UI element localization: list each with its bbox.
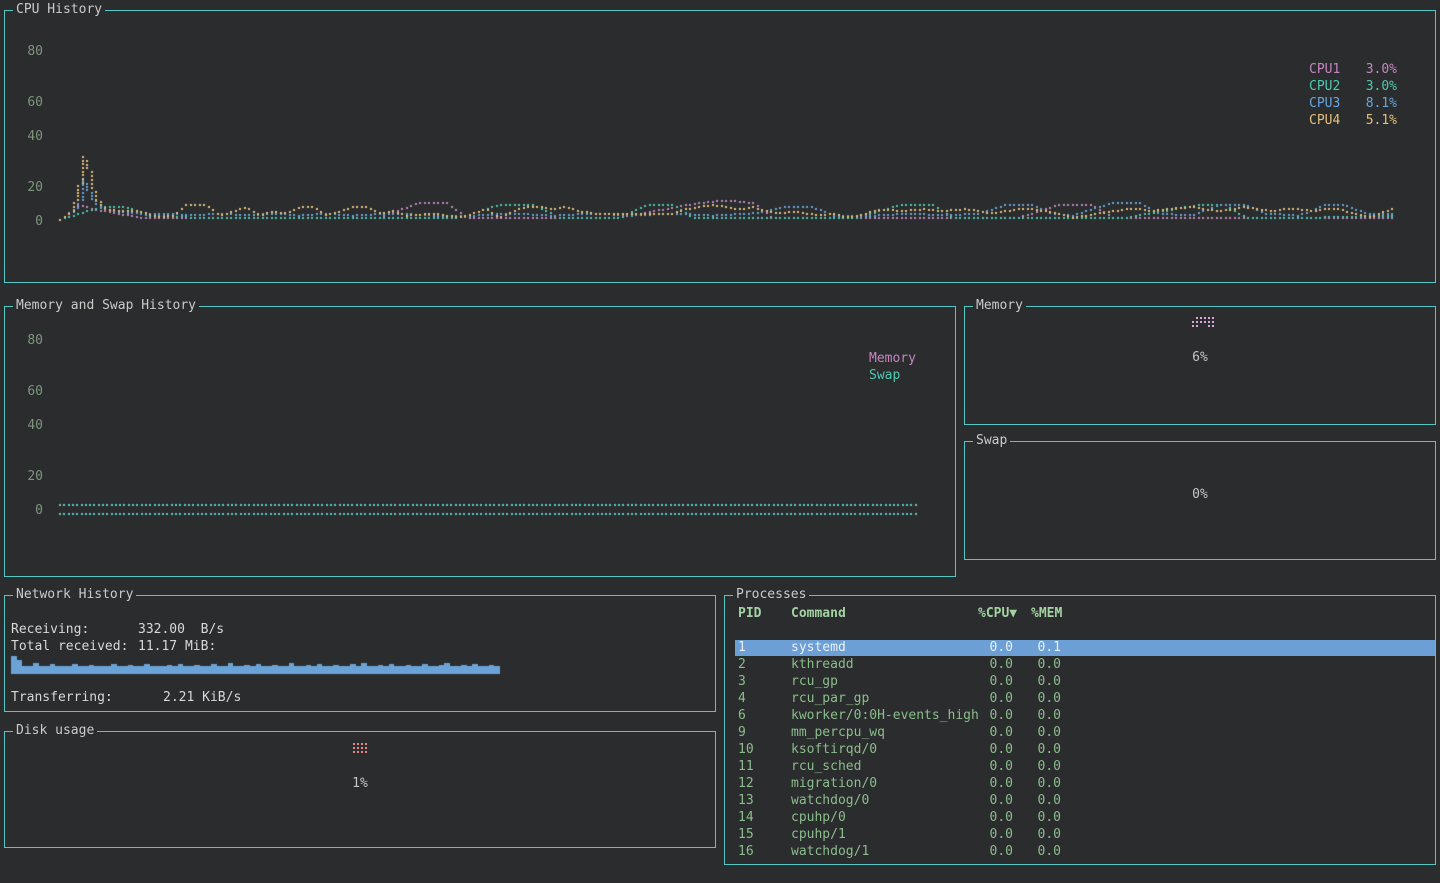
swap-gauge-title: Swap [973, 433, 1010, 448]
process-command: migration/0 [791, 776, 877, 792]
y-axis-tick: 40 [21, 418, 43, 434]
cpu-legend-value: 3.0% [1366, 61, 1397, 78]
y-axis-tick: 20 [21, 180, 43, 196]
table-row[interactable]: 1systemd0.00.1 [735, 640, 1435, 656]
process-command: rcu_par_gp [791, 691, 869, 707]
process-pid: 1 [738, 640, 746, 656]
app-root: { "panels": { "cpu_history": { "title": … [0, 0, 1440, 883]
process-mem: 0.0 [985, 776, 1061, 792]
disk-usage-title: Disk usage [13, 723, 97, 738]
y-axis-tick: 60 [21, 384, 43, 400]
process-mem: 0.0 [985, 657, 1061, 673]
network-history-panel: Network History Receiving:332.00 B/s Tot… [4, 595, 716, 712]
table-row[interactable]: 13watchdog/00.00.0 [735, 793, 1435, 809]
cpu-legend-value: 3.0% [1366, 78, 1397, 95]
cpu-history-panel: CPU History 806040200 CPU13.0%CPU23.0%CP… [4, 10, 1436, 283]
cpu-legend-value: 8.1% [1366, 95, 1397, 112]
process-pid: 9 [738, 725, 746, 741]
y-axis-tick: 80 [21, 333, 43, 349]
memory-swap-history-panel: Memory and Swap History 806040200 Memory… [4, 306, 956, 577]
table-row[interactable]: 16watchdog/10.00.0 [735, 844, 1435, 860]
table-row[interactable]: 11rcu_sched0.00.0 [735, 759, 1435, 775]
memory-gauge-title: Memory [973, 298, 1026, 313]
y-axis-tick: 0 [21, 214, 43, 230]
process-pid: 4 [738, 691, 746, 707]
process-command: systemd [791, 640, 846, 656]
process-mem: 0.0 [985, 844, 1061, 860]
cpu-legend-item: CPU3 8.1% [1309, 95, 1397, 112]
process-command: watchdog/0 [791, 793, 869, 809]
column-header-pid[interactable]: PID [738, 606, 761, 622]
table-row[interactable]: 14cpuhp/00.00.0 [735, 810, 1435, 826]
process-pid: 13 [738, 793, 754, 809]
process-command: rcu_sched [791, 759, 861, 775]
table-row[interactable]: 12migration/00.00.0 [735, 776, 1435, 792]
process-command: ksoftirqd/0 [791, 742, 877, 758]
process-command: kthreadd [791, 657, 854, 673]
process-pid: 16 [738, 844, 754, 860]
process-pid: 12 [738, 776, 754, 792]
process-pid: 2 [738, 657, 746, 673]
processes-title: Processes [733, 587, 809, 602]
process-mem: 0.0 [985, 759, 1061, 775]
column-header-command[interactable]: Command [791, 606, 846, 622]
y-axis-tick: 0 [21, 503, 43, 519]
network-transferring-line: Transferring:2.21 KiB/s [11, 690, 113, 706]
y-axis-tick: 40 [21, 129, 43, 145]
swap-gauge-panel: Swap 0% [964, 441, 1436, 560]
process-command: watchdog/1 [791, 844, 869, 860]
process-command: cpuhp/1 [791, 827, 846, 843]
network-transferring-label: Transferring: [11, 690, 113, 705]
table-row[interactable]: 4rcu_par_gp0.00.0 [735, 691, 1435, 707]
memory-gauge-value: 6% [965, 350, 1435, 366]
memory-swap-history-chart [5, 307, 957, 578]
process-pid: 11 [738, 759, 754, 775]
memory-swap-legend-item: Swap [869, 367, 957, 384]
process-mem: 0.1 [985, 640, 1061, 656]
memory-gauge-panel: Memory 6% [964, 306, 1436, 425]
cpu-legend-label: CPU1 [1309, 62, 1340, 77]
process-pid: 14 [738, 810, 754, 826]
process-command: rcu_gp [791, 674, 838, 690]
process-mem: 0.0 [985, 742, 1061, 758]
table-row[interactable]: 3rcu_gp0.00.0 [735, 674, 1435, 690]
network-transferring-value: 2.21 KiB/s [163, 690, 241, 706]
process-mem: 0.0 [985, 708, 1061, 724]
process-pid: 6 [738, 708, 746, 724]
process-mem: 0.0 [985, 793, 1061, 809]
cpu-legend-label: CPU3 [1309, 96, 1340, 111]
cpu-legend-item: CPU1 3.0% [1309, 61, 1397, 78]
process-mem: 0.0 [985, 674, 1061, 690]
table-row[interactable]: 2kthreadd0.00.0 [735, 657, 1435, 673]
process-pid: 3 [738, 674, 746, 690]
y-axis-tick: 60 [21, 95, 43, 111]
y-axis-tick: 20 [21, 469, 43, 485]
cpu-history-chart [5, 11, 1437, 284]
cpu-legend-value: 5.1% [1366, 112, 1397, 129]
process-pid: 15 [738, 827, 754, 843]
y-axis-tick: 80 [21, 44, 43, 60]
disk-usage-panel: Disk usage 1% [4, 731, 716, 848]
column-header-cpu[interactable]: %CPU▼ [978, 606, 1017, 622]
table-row[interactable]: 6kworker/0:0H-events_high0.00.0 [735, 708, 1435, 724]
cpu-legend-label: CPU4 [1309, 113, 1340, 128]
disk-gauge-value: 1% [5, 776, 715, 792]
processes-panel: Processes PIDCommand%CPU▼%MEM 1systemd0.… [724, 595, 1436, 865]
process-mem: 0.0 [985, 691, 1061, 707]
table-row[interactable]: 15cpuhp/10.00.0 [735, 827, 1435, 843]
memory-swap-legend-item: Memory [869, 350, 957, 367]
process-mem: 0.0 [985, 810, 1061, 826]
table-row[interactable]: 9mm_percpu_wq0.00.0 [735, 725, 1435, 741]
column-header-mem[interactable]: %MEM [1031, 606, 1062, 622]
table-row[interactable]: 10ksoftirqd/00.00.0 [735, 742, 1435, 758]
process-pid: 10 [738, 742, 754, 758]
swap-gauge-value: 0% [965, 487, 1435, 503]
process-mem: 0.0 [985, 827, 1061, 843]
cpu-legend-item: CPU4 5.1% [1309, 112, 1397, 129]
process-command: cpuhp/0 [791, 810, 846, 826]
process-mem: 0.0 [985, 725, 1061, 741]
cpu-legend-label: CPU2 [1309, 79, 1340, 94]
cpu-legend-item: CPU2 3.0% [1309, 78, 1397, 95]
process-command: mm_percpu_wq [791, 725, 885, 741]
